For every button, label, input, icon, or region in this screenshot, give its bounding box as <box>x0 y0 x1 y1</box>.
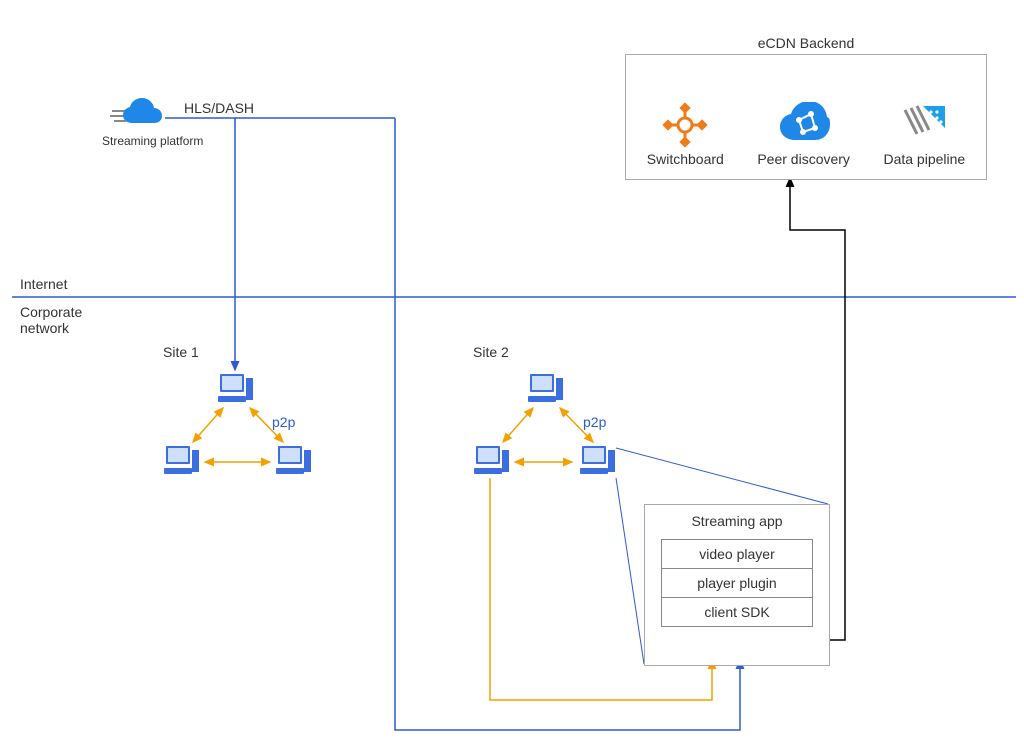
pc-icon <box>526 370 566 410</box>
peer-discovery-item: Peer discovery <box>757 102 850 167</box>
streaming-platform-label: Streaming platform <box>102 134 203 148</box>
switchboard-icon <box>662 102 708 148</box>
site2-label: Site 2 <box>473 344 509 360</box>
ecdn-backend-box: eCDN Backend Switchboar <box>625 54 987 180</box>
pc-icon <box>162 442 202 482</box>
streaming-app-title: Streaming app <box>645 505 829 539</box>
data-pipeline-label: Data pipeline <box>883 151 965 167</box>
player-plugin-row: player plugin <box>661 569 813 598</box>
pc-icon <box>472 442 512 482</box>
streaming-app-box: Streaming app video player player plugin… <box>644 504 830 666</box>
peer-discovery-label: Peer discovery <box>757 151 850 167</box>
ecdn-title: eCDN Backend <box>626 29 986 53</box>
pc-icon <box>578 442 618 482</box>
hls-label: HLS/DASH <box>184 100 254 116</box>
cloud-icon <box>108 95 164 136</box>
p2p-label-site2: p2p <box>583 414 606 430</box>
peer-discovery-icon <box>777 102 831 148</box>
corporate-network-label: Corporate network <box>20 304 100 336</box>
internet-label: Internet <box>20 276 67 292</box>
data-pipeline-icon <box>901 102 947 148</box>
diagram-canvas: Streaming platform HLS/DASH Internet Cor… <box>0 0 1024 756</box>
switchboard-label: Switchboard <box>647 151 724 167</box>
switchboard-item: Switchboard <box>647 102 724 167</box>
site1-label: Site 1 <box>163 344 199 360</box>
video-player-row: video player <box>661 539 813 569</box>
p2p-label-site1: p2p <box>272 414 295 430</box>
pc-icon <box>274 442 314 482</box>
data-pipeline-item: Data pipeline <box>883 102 965 167</box>
pc-icon <box>216 370 256 410</box>
client-sdk-row: client SDK <box>661 598 813 627</box>
